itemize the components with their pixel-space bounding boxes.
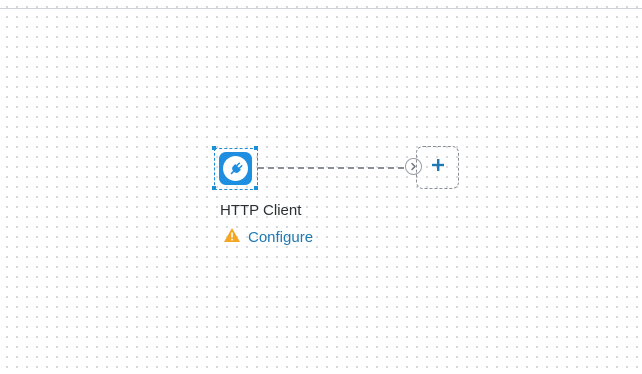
add-step-button[interactable] [416,146,459,189]
http-client-node[interactable] [212,146,258,190]
canvas-top-border [0,8,642,9]
resize-handle[interactable] [212,186,216,190]
configure-link[interactable]: Configure [248,229,313,246]
resize-handle[interactable] [254,186,258,190]
plus-icon [431,158,445,177]
resize-handle[interactable] [254,146,258,150]
node-title: HTTP Client [220,202,302,219]
resize-handle[interactable] [212,146,216,150]
connector-line [258,167,404,169]
plug-icon [223,156,248,181]
warning-icon [223,227,241,248]
configure-status[interactable]: Configure [223,227,313,248]
node-icon-tile[interactable] [219,152,252,185]
workflow-canvas[interactable]: HTTP Client Configure [0,0,642,374]
